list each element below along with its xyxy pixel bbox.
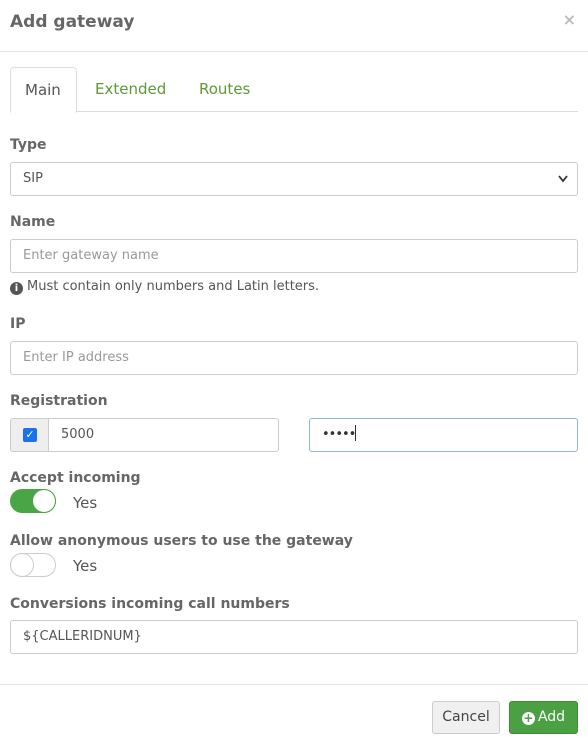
name-label: Name: [10, 214, 56, 230]
info-icon: i: [10, 282, 23, 295]
toggle-knob: [10, 553, 34, 577]
name-hint-text: Must contain only numbers and Latin lett…: [27, 279, 320, 294]
gateway-name-input[interactable]: Enter gateway name: [10, 239, 578, 273]
close-icon[interactable]: ×: [563, 10, 576, 29]
tab-main[interactable]: Main: [10, 67, 77, 113]
accept-incoming-label: Accept incoming: [10, 470, 141, 486]
modal-title: Add gateway: [10, 12, 135, 32]
type-select-value: SIP: [23, 171, 43, 186]
registration-password-input[interactable]: •••••: [309, 418, 578, 452]
anonymous-label: Allow anonymous users to use the gateway: [10, 533, 353, 549]
tab-extended[interactable]: Extended: [81, 67, 180, 112]
registration-label: Registration: [10, 393, 108, 409]
registration-login-value: 5000: [61, 427, 95, 442]
ip-address-placeholder: Enter IP address: [23, 350, 129, 365]
registration-password-value: •••••: [322, 427, 356, 442]
registration-checkbox[interactable]: ✓: [23, 428, 37, 442]
name-hint: i Must contain only numbers and Latin let…: [10, 279, 319, 295]
tab-bar: Main Extended Routes: [10, 67, 578, 113]
type-label: Type: [10, 137, 47, 153]
registration-login-input[interactable]: 5000: [48, 418, 279, 452]
registration-checkbox-addon: ✓: [10, 418, 49, 452]
accept-incoming-text: Yes: [73, 494, 98, 512]
add-button-label: Add: [537, 709, 566, 725]
gateway-name-placeholder: Enter gateway name: [23, 248, 159, 263]
ip-address-input[interactable]: Enter IP address: [10, 341, 578, 375]
type-select[interactable]: SIP: [10, 162, 578, 196]
conversions-input[interactable]: ${CALLERIDNUM}: [10, 620, 578, 654]
tab-routes[interactable]: Routes: [185, 67, 264, 112]
toggle-knob: [32, 489, 56, 513]
chevron-down-icon: [557, 163, 569, 208]
text-cursor: [355, 425, 357, 441]
conversions-value: ${CALLERIDNUM}: [23, 629, 142, 644]
accept-incoming-toggle[interactable]: [10, 489, 56, 513]
modal-footer: Cancel + Add: [0, 684, 588, 742]
plus-circle-icon: +: [521, 711, 535, 725]
cancel-button[interactable]: Cancel: [432, 701, 500, 734]
anonymous-toggle[interactable]: [10, 553, 56, 577]
add-button[interactable]: + Add: [509, 701, 578, 734]
conversions-label: Conversions incoming call numbers: [10, 596, 290, 612]
ip-label: IP: [10, 316, 26, 332]
modal-header: Add gateway ×: [0, 0, 588, 52]
anonymous-text: Yes: [73, 557, 98, 575]
